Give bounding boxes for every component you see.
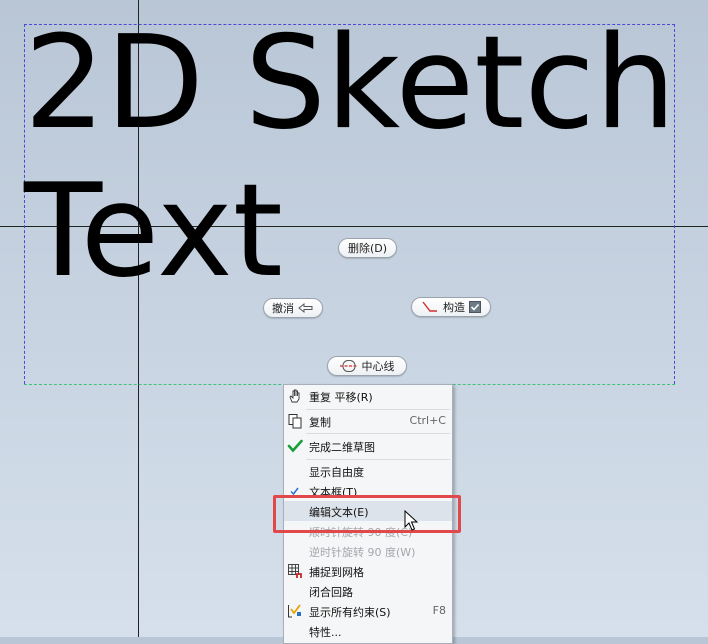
menu-item-finish-sketch[interactable]: 完成二维草图 <box>284 436 452 456</box>
undo-button[interactable]: 撤消 <box>263 298 323 318</box>
centerline-button[interactable]: 中心线 <box>327 356 407 376</box>
menu-item-repeat-pan[interactable]: 重复 平移(R) <box>284 386 452 406</box>
menu-separator <box>306 409 450 410</box>
construction-toggle[interactable]: 构造 <box>411 297 491 317</box>
menu-item-show-dof[interactable]: 显示自由度 <box>284 461 452 481</box>
undo-label: 撤消 <box>272 302 294 315</box>
menu-item-copy[interactable]: 复制 Ctrl+C <box>284 411 452 431</box>
grid-snap-icon <box>287 563 303 579</box>
menu-item-label: 显示自由度 <box>309 466 364 479</box>
constraints-icon <box>287 603 303 619</box>
menu-item-label: 重复 平移(R) <box>309 391 373 404</box>
menu-item-snap-grid[interactable]: 捕捉到网格 <box>284 561 452 581</box>
menu-item-label: 显示所有约束(S) <box>309 606 391 619</box>
copy-icon <box>287 413 303 429</box>
delete-button[interactable]: 删除(D) <box>338 238 397 258</box>
highlight-annotation-box <box>273 495 461 533</box>
centerline-icon <box>339 359 358 373</box>
menu-item-label: 复制 <box>309 416 331 429</box>
centerline-label: 中心线 <box>361 360 395 373</box>
undo-arrow-icon <box>298 302 314 314</box>
sketch-text[interactable]: 2D Sketch Text <box>24 10 676 306</box>
menu-item-rotate-ccw[interactable]: 逆时针旋转 90 度(W) <box>284 541 452 561</box>
menu-item-shortcut: F8 <box>432 604 446 617</box>
checkbox-checked-icon[interactable] <box>469 301 481 313</box>
menu-item-label: 完成二维草图 <box>309 441 375 454</box>
sketch-text-line-2: Text <box>24 157 283 306</box>
menu-item-label: 闭合回路 <box>309 586 353 599</box>
menu-item-label: 捕捉到网格 <box>309 566 364 579</box>
menu-item-close-loop[interactable]: 闭合回路 <box>284 581 452 601</box>
hand-icon <box>287 388 303 404</box>
menu-item-label: 特性... <box>309 626 342 639</box>
menu-item-show-constraints[interactable]: 显示所有约束(S) F8 <box>284 601 452 621</box>
mouse-cursor-icon <box>404 509 420 532</box>
delete-label: 删除(D) <box>347 242 388 255</box>
menu-item-properties[interactable]: 特性... <box>284 621 452 641</box>
checkmark-icon <box>287 438 303 454</box>
sketch-text-line-1: 2D Sketch <box>24 9 676 158</box>
menu-separator <box>306 459 450 460</box>
menu-item-shortcut: Ctrl+C <box>409 414 446 427</box>
construction-icon <box>421 301 439 313</box>
construction-label: 构造 <box>443 301 465 314</box>
menu-separator <box>306 433 450 434</box>
menu-item-label: 逆时针旋转 90 度(W) <box>309 546 416 559</box>
